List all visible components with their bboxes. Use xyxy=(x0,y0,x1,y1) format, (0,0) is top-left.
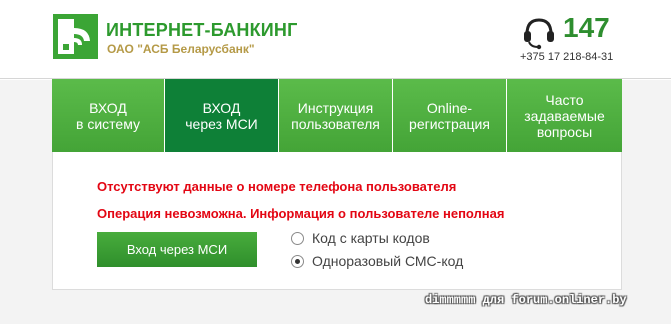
msi-login-panel: Отсутствуют данные о номере телефона пол… xyxy=(52,152,622,290)
error-message-incomplete-info: Операция невозможна. Информация о пользо… xyxy=(97,206,505,221)
nav-item-faq[interactable]: Часто задаваемые вопросы xyxy=(507,79,622,152)
nav-item-label: Online- регистрация xyxy=(409,99,490,132)
nav-item-user-guide[interactable]: Инструкция пользователя xyxy=(279,79,393,152)
code-card-radio[interactable] xyxy=(291,231,304,245)
nav-item-label: ВХОД в систему xyxy=(76,99,140,132)
site-header: ИНТЕРНЕТ-БАНКИНГ ОАО "АСБ Беларусбанк" 1… xyxy=(0,0,671,80)
nav-item-msi-login[interactable]: ВХОД через МСИ xyxy=(165,79,279,159)
option-label: Одноразовый СМС-код xyxy=(312,253,464,269)
option-sms-code[interactable]: Одноразовый СМС-код xyxy=(291,253,463,269)
option-label: Код с карты кодов xyxy=(312,230,430,246)
main-nav: ВХОД в систему ВХОД через МСИ Инструкция… xyxy=(52,79,622,159)
nav-item-login[interactable]: ВХОД в систему xyxy=(52,79,165,152)
sms-code-radio[interactable] xyxy=(291,254,304,268)
nav-item-online-registration[interactable]: Online- регистрация xyxy=(393,79,507,152)
watermark: dimmmmm для forum.onliner.by xyxy=(425,293,627,307)
nav-item-label: Инструкция пользователя xyxy=(291,99,380,132)
hotline-short-number[interactable]: 147 xyxy=(563,14,610,42)
brand-subtitle: ОАО "АСБ Беларусбанк" xyxy=(107,42,255,56)
hotline-full-number[interactable]: +375 17 218-84-31 xyxy=(520,51,613,63)
bank-logo-icon[interactable] xyxy=(53,14,98,59)
brand-title: ИНТЕРНЕТ-БАНКИНГ xyxy=(106,20,298,40)
msi-login-button[interactable]: Вход через МСИ xyxy=(97,232,257,267)
headset-icon xyxy=(523,16,555,50)
error-message-no-phone: Отсутствуют данные о номере телефона пол… xyxy=(97,179,457,194)
nav-item-label: ВХОД через МСИ xyxy=(185,99,258,132)
option-code-card[interactable]: Код с карты кодов xyxy=(291,230,430,246)
nav-item-label: Часто задаваемые вопросы xyxy=(524,91,605,140)
